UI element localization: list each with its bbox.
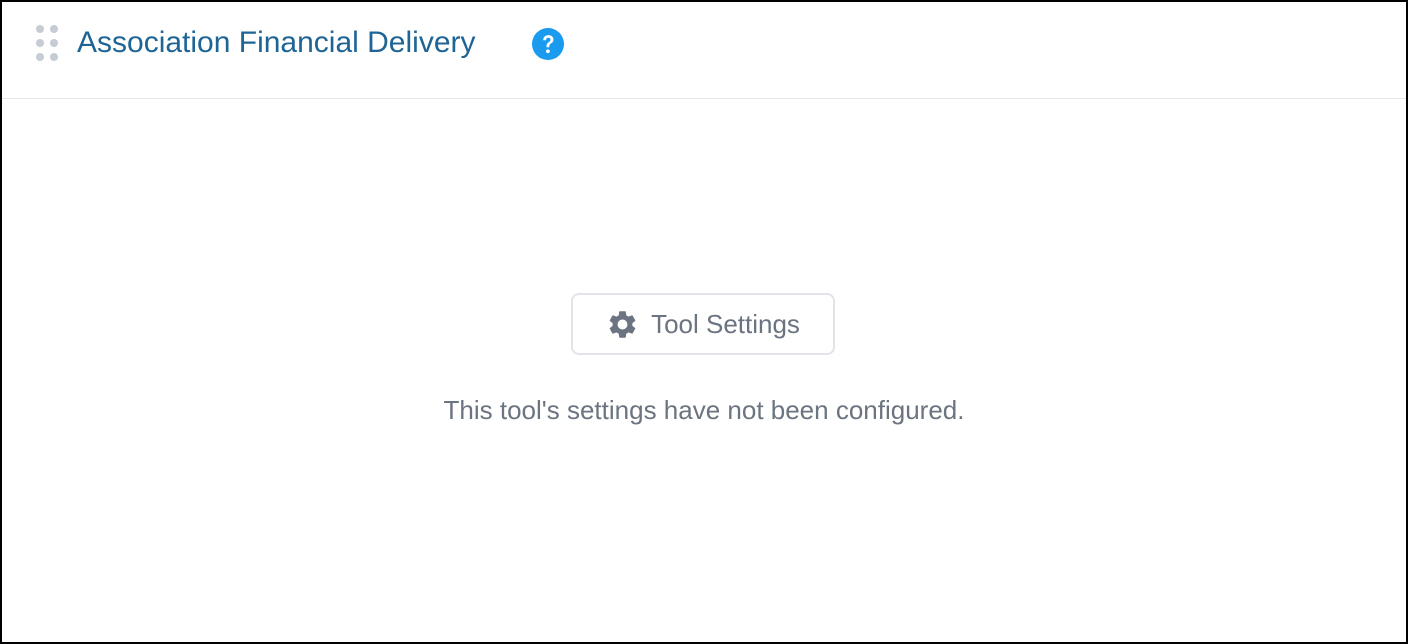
panel-title: Association Financial Delivery xyxy=(77,26,476,59)
not-configured-message: This tool's settings have not been confi… xyxy=(443,395,965,425)
panel-body: Tool Settings This tool's settings have … xyxy=(2,100,1406,644)
panel-header: Association Financial Delivery xyxy=(2,2,1406,99)
tool-settings-button[interactable]: Tool Settings xyxy=(571,293,835,355)
drag-handle-icon[interactable] xyxy=(35,24,59,62)
tool-settings-label: Tool Settings xyxy=(651,308,800,339)
question-circle-icon[interactable] xyxy=(531,27,565,61)
tool-panel: Association Financial Delivery Tool Sett… xyxy=(0,0,1408,644)
gear-icon xyxy=(609,310,636,338)
